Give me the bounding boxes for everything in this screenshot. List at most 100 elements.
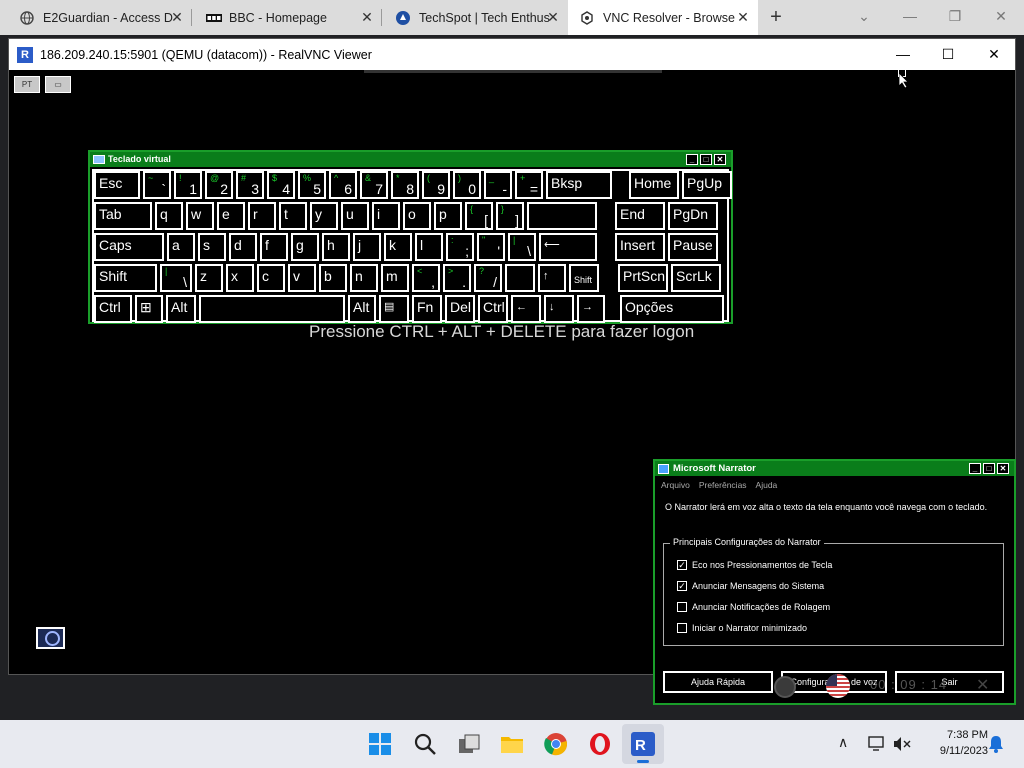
key-symbol[interactable]: " '	[477, 233, 505, 261]
key-ctrl[interactable]: Ctrl	[478, 295, 508, 323]
vnc-minimize-button[interactable]: —	[895, 46, 911, 62]
realvnc-taskbar-button[interactable]: R	[622, 724, 664, 764]
key-q[interactable]: q	[155, 202, 183, 230]
key-symbol[interactable]: ←	[511, 295, 541, 323]
checkbox-unchecked-icon[interactable]	[677, 602, 687, 612]
key-u[interactable]: u	[341, 202, 369, 230]
key-tab[interactable]: Tab	[94, 202, 152, 230]
key-a[interactable]: a	[167, 233, 195, 261]
key-symbol[interactable]: ▤	[379, 295, 409, 323]
browser-tab-vnc-resolver[interactable]: VNC Resolver - Browse ✕	[568, 0, 758, 35]
close-icon[interactable]: ✕	[170, 10, 184, 24]
key-pgup[interactable]: PgUp	[682, 171, 732, 199]
task-view-icon[interactable]	[457, 732, 481, 756]
close-icon[interactable]: ✕	[546, 10, 560, 24]
key-9[interactable]: (9	[422, 171, 450, 199]
narrator-title-bar[interactable]: Microsoft Narrator _ □ ✕	[655, 461, 1014, 476]
key-k[interactable]: k	[384, 233, 412, 261]
kb-minimize-button[interactable]: _	[686, 154, 698, 165]
key-p[interactable]: p	[434, 202, 462, 230]
key-i[interactable]: i	[372, 202, 400, 230]
key-h[interactable]: h	[322, 233, 350, 261]
key-v[interactable]: v	[288, 264, 316, 292]
vnc-maximize-button[interactable]: ☐	[940, 46, 956, 62]
volume-muted-icon[interactable]	[893, 736, 911, 752]
checkbox-checked-icon[interactable]: ✓	[677, 581, 687, 591]
vnc-close-button[interactable]: ✕	[986, 46, 1002, 62]
vnc-toolbar-handle[interactable]	[364, 70, 662, 73]
key-prtscn[interactable]: PrtScn	[618, 264, 668, 292]
key-m[interactable]: m	[381, 264, 409, 292]
narrator-close-button[interactable]: ✕	[997, 463, 1009, 474]
network-icon[interactable]	[868, 736, 886, 752]
file-explorer-icon[interactable]	[500, 732, 524, 756]
browser-minimize-button[interactable]: —	[902, 8, 918, 24]
key-j[interactable]: j	[353, 233, 381, 261]
us-flag-icon[interactable]	[824, 674, 852, 698]
close-icon[interactable]: ✕	[360, 10, 374, 24]
key-x[interactable]: x	[226, 264, 254, 292]
key-symbol[interactable]: ~ `	[143, 171, 171, 199]
key-symbol[interactable]: | \	[508, 233, 536, 261]
close-icon[interactable]: ✕	[736, 10, 750, 24]
key-fn[interactable]: Fn	[412, 295, 442, 323]
key-f[interactable]: f	[260, 233, 288, 261]
browser-tab-bbc[interactable]: BBC - Homepage ✕	[192, 0, 382, 35]
key-6[interactable]: ^ 6	[329, 171, 357, 199]
checkbox-checked-icon[interactable]: ✓	[677, 560, 687, 570]
browser-tab-e2guardian[interactable]: E2Guardian - Access D ✕	[0, 0, 192, 35]
search-icon[interactable]	[413, 732, 437, 756]
key-w[interactable]: w	[186, 202, 214, 230]
key-e[interactable]: e	[217, 202, 245, 230]
key-symbol[interactable]: + =	[515, 171, 543, 199]
key-7[interactable]: & 7	[360, 171, 388, 199]
key-n[interactable]: n	[350, 264, 378, 292]
key-symbol[interactable]: >.	[443, 264, 471, 292]
key-symbol[interactable]: ↑	[538, 264, 566, 292]
keyboard-toggle-button[interactable]: ▭	[45, 76, 71, 93]
tray-overflow-chevron-icon[interactable]: ∧	[838, 734, 848, 751]
key-ctrl[interactable]: Ctrl	[94, 295, 132, 323]
vnc-app-icon[interactable]	[36, 627, 65, 649]
key-blank[interactable]	[505, 264, 535, 292]
key-8[interactable]: * 8	[391, 171, 419, 199]
key-symbol[interactable]: ↓	[544, 295, 574, 323]
key-symbol[interactable]: {[	[465, 202, 493, 230]
key-5[interactable]: % 5	[298, 171, 326, 199]
key-b[interactable]: b	[319, 264, 347, 292]
notification-bell-icon[interactable]	[988, 735, 1004, 753]
key-d[interactable]: d	[229, 233, 257, 261]
key-r[interactable]: r	[248, 202, 276, 230]
key-home[interactable]: Home	[629, 171, 679, 199]
key-symbol[interactable]: <,	[412, 264, 440, 292]
key-l[interactable]: l	[415, 233, 443, 261]
browser-tab-techspot[interactable]: TechSpot | Tech Enthus ✕	[382, 0, 568, 35]
key-c[interactable]: c	[257, 264, 285, 292]
key-del[interactable]: Del	[445, 295, 475, 323]
toolbar-close-icon[interactable]: ✕	[976, 675, 989, 695]
opera-icon[interactable]	[588, 732, 612, 756]
key-shift[interactable]: Shift	[94, 264, 157, 292]
kb-maximize-button[interactable]: □	[700, 154, 712, 165]
key-alt[interactable]: Alt	[166, 295, 196, 323]
menu-preferencias[interactable]: Preferências	[699, 480, 747, 490]
narrator-minimize-button[interactable]: _	[969, 463, 981, 474]
option-echo-keys[interactable]: ✓ Eco nos Pressionamentos de Tecla	[677, 559, 832, 571]
key-symbol[interactable]: ⟵	[539, 233, 597, 261]
virtual-keyboard-title-bar[interactable]: Teclado virtual _ □ ✕	[90, 152, 731, 167]
new-tab-button[interactable]: +	[766, 7, 786, 27]
taskbar-clock-date[interactable]: 9/11/2023	[940, 745, 988, 757]
key-4[interactable]: $4	[267, 171, 295, 199]
key-blank[interactable]	[199, 295, 345, 323]
record-icon[interactable]	[774, 676, 796, 698]
key-z[interactable]: z	[195, 264, 223, 292]
key-2[interactable]: @2	[205, 171, 233, 199]
vnc-title-bar[interactable]: R 186.209.240.15:5901 (QEMU (datacom)) -…	[9, 39, 1015, 70]
option-scroll-notifications[interactable]: Anunciar Notificações de Rolagem	[677, 601, 830, 613]
key-alt[interactable]: Alt	[348, 295, 376, 323]
key-g[interactable]: g	[291, 233, 319, 261]
key-symbol[interactable]: }]	[496, 202, 524, 230]
key-y[interactable]: y	[310, 202, 338, 230]
key-t[interactable]: t	[279, 202, 307, 230]
key-3[interactable]: #3	[236, 171, 264, 199]
